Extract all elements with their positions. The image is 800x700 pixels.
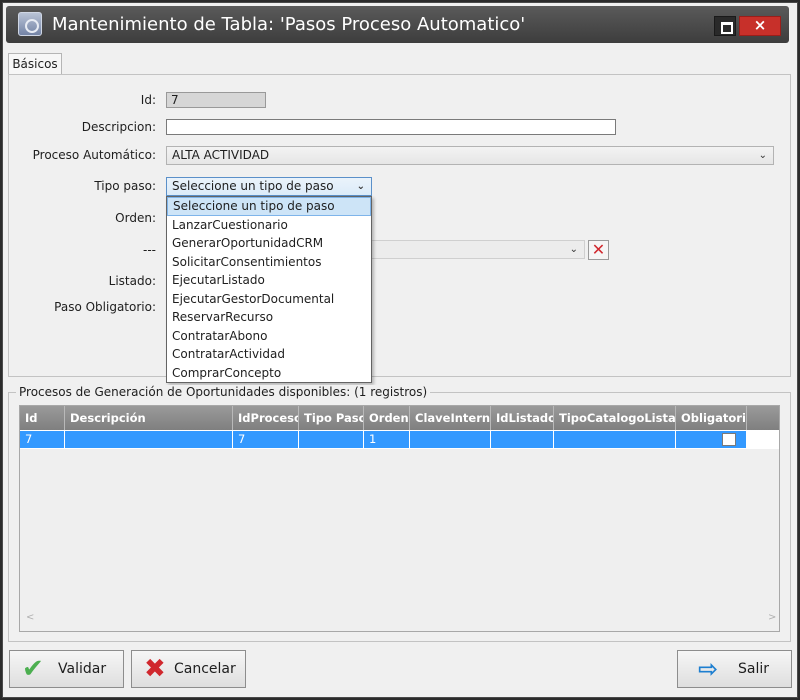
exit-door-icon: ⇨ [698,655,719,683]
dropdown-option[interactable]: ContratarAbono [167,327,371,346]
cell-tipo-paso[interactable] [299,431,364,448]
descripcion-input[interactable] [166,119,616,135]
cancel-x-icon: ✖ [144,654,166,684]
proceso-label: Proceso Automático: [32,148,156,162]
column-header-idproceso[interactable]: IdProceso [233,406,299,430]
column-header-claveinterna[interactable]: ClaveInterna [410,406,491,430]
grid-header: Id Descripción IdProceso Tipo Paso Orden… [20,406,779,430]
chevron-down-icon: ⌄ [569,244,578,255]
obligatorio-checkbox[interactable] [722,433,736,446]
column-header-tipo-paso[interactable]: Tipo Paso [299,406,364,430]
window-title: Mantenimiento de Tabla: 'Pasos Proceso A… [52,14,526,35]
tab-basicos[interactable]: Básicos [8,53,62,75]
tipo-paso-select[interactable]: Seleccione un tipo de paso ⌄ [166,177,372,196]
clear-button[interactable]: ✕ [588,240,609,260]
tipo-paso-dropdown-list[interactable]: Seleccione un tipo de paso LanzarCuestio… [166,196,372,383]
dropdown-option[interactable]: EjecutarGestorDocumental [167,290,371,309]
cell-id[interactable]: 7 [20,431,65,448]
title-bar[interactable]: Mantenimiento de Tabla: 'Pasos Proceso A… [6,6,789,43]
table-row[interactable]: 7 7 1 [20,430,779,449]
column-header-id[interactable]: Id [20,406,65,430]
cancelar-button[interactable]: ✖ Cancelar [131,650,246,688]
proceso-select[interactable]: ALTA ACTIVIDAD ⌄ [166,146,774,165]
cancelar-label: Cancelar [174,661,236,677]
red-x-icon: ✕ [591,240,606,259]
app-settings-icon [18,12,42,36]
grid-title: Procesos de Generación de Oportunidades … [16,385,431,399]
dashes-select[interactable]: ⌄ [370,240,585,259]
validar-button[interactable]: ✔ Validar [9,650,124,688]
tipo-paso-select-value: Seleccione un tipo de paso [172,179,334,193]
paso-obligatorio-label: Paso Obligatorio: [54,300,156,314]
column-header-obligatorio[interactable]: Obligatorio [676,406,747,430]
column-header-descripcion[interactable]: Descripción [65,406,233,430]
listado-label: Listado: [108,274,156,288]
cell-idlistado[interactable] [491,431,554,448]
salir-label: Salir [738,661,770,677]
cell-claveinterna[interactable] [410,431,491,448]
cell-descripcion[interactable] [65,431,233,448]
dashes-label: --- [143,243,156,257]
dropdown-option[interactable]: LanzarCuestionario [167,216,371,235]
dropdown-option[interactable]: Seleccione un tipo de paso [167,197,371,216]
column-header-orden[interactable]: Orden [364,406,410,430]
cell-idproceso[interactable]: 7 [233,431,299,448]
validar-label: Validar [58,661,107,677]
proceso-select-value: ALTA ACTIVIDAD [172,148,270,162]
column-header-idlistado[interactable]: IdListado [491,406,554,430]
procesos-grid[interactable]: Id Descripción IdProceso Tipo Paso Orden… [19,405,780,632]
chevron-down-icon: ⌄ [758,150,767,161]
dropdown-option[interactable]: ComprarConcepto [167,364,371,383]
checkmark-icon: ✔ [22,654,44,684]
cell-tipocatalogolistado[interactable] [554,431,676,448]
close-button[interactable]: × [739,16,781,36]
descripcion-label: Descripcion: [81,120,156,134]
salir-button[interactable]: ⇨ Salir [677,650,792,688]
dropdown-option[interactable]: ReservarRecurso [167,308,371,327]
column-header-tipocatalogolistado[interactable]: TipoCatalogoListado [554,406,676,430]
dropdown-option[interactable]: ContratarActividad [167,345,371,364]
maximize-button[interactable] [714,16,736,36]
scroll-left-icon[interactable]: < [26,612,34,623]
chevron-down-icon: ⌄ [356,181,365,192]
dropdown-option[interactable]: GenerarOportunidadCRM [167,234,371,253]
dropdown-option[interactable]: EjecutarListado [167,271,371,290]
id-field: 7 [166,92,266,108]
dropdown-option[interactable]: SolicitarConsentimientos [167,253,371,272]
cell-obligatorio[interactable] [676,431,747,448]
tipo-paso-label: Tipo paso: [94,179,156,193]
scroll-right-icon[interactable]: > [768,612,776,623]
id-label: Id: [140,93,156,107]
cell-orden[interactable]: 1 [364,431,410,448]
orden-label: Orden: [115,211,156,225]
